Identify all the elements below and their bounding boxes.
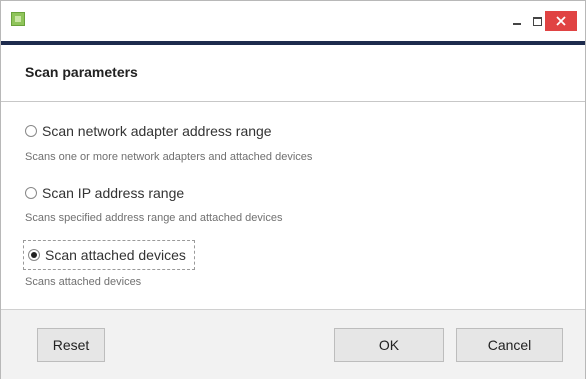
dialog-footer: Reset OK Cancel bbox=[1, 309, 585, 379]
reset-button[interactable]: Reset bbox=[37, 328, 105, 362]
option-label[interactable]: Scan network adapter address range bbox=[42, 123, 272, 139]
radio-scan-ip-range[interactable]: Scan IP address range bbox=[25, 180, 184, 206]
option-description: Scans specified address range and attach… bbox=[25, 212, 283, 224]
title-bar[interactable] bbox=[1, 1, 585, 41]
maximize-icon bbox=[532, 16, 542, 26]
option-label[interactable]: Scan attached devices bbox=[45, 247, 186, 263]
ok-button[interactable]: OK bbox=[334, 328, 444, 362]
cancel-button[interactable]: Cancel bbox=[456, 328, 563, 362]
radio-scan-attached-devices[interactable]: Scan attached devices bbox=[23, 240, 195, 270]
radio-unchecked-icon[interactable] bbox=[25, 187, 37, 199]
option-description: Scans one or more network adapters and a… bbox=[25, 151, 313, 163]
dialog-header: Scan parameters bbox=[1, 45, 585, 102]
radio-scan-network-adapter[interactable]: Scan network adapter address range bbox=[25, 118, 272, 144]
scan-parameters-window: Scan parameters Scan network adapter add… bbox=[0, 0, 586, 379]
close-button[interactable] bbox=[545, 11, 577, 31]
option-label[interactable]: Scan IP address range bbox=[42, 185, 184, 201]
scan-options: Scan network adapter address range Scans… bbox=[1, 102, 585, 309]
page-title: Scan parameters bbox=[25, 64, 138, 80]
close-icon bbox=[556, 16, 566, 26]
radio-unchecked-icon[interactable] bbox=[25, 125, 37, 137]
radio-checked-icon[interactable] bbox=[28, 249, 40, 261]
minimize-icon bbox=[513, 23, 521, 25]
option-description: Scans attached devices bbox=[25, 276, 142, 288]
app-icon bbox=[11, 12, 25, 26]
